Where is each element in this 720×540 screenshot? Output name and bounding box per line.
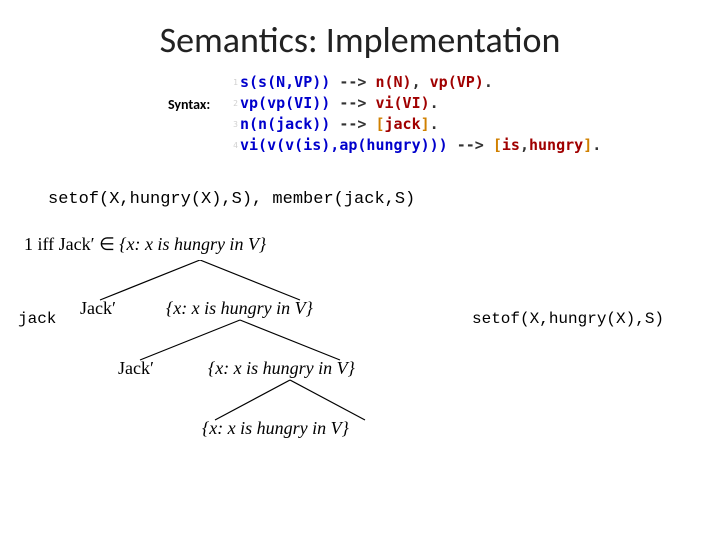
tree-node-set-2: {x: x is hungry in V}: [208, 358, 355, 379]
tree-node-set-3: {x: x is hungry in V}: [202, 418, 349, 439]
tree-node-jack-2: Jack′: [118, 358, 154, 379]
formula-prefix: 1 iff Jack′ ∈: [24, 234, 119, 254]
syntax-label: Syntax:: [168, 96, 210, 113]
prolog-query: setof(X,hungry(X),S), member(jack,S): [48, 190, 415, 209]
truth-condition: 1 iff Jack′ ∈ {x: x is hungry in V}: [24, 234, 266, 255]
setof-code-label: setof(X,hungry(X),S): [472, 310, 664, 328]
formula-set: {x: x is hungry in V}: [119, 234, 266, 254]
tree-node-jack-1: Jack′: [80, 298, 116, 319]
page-title: Semantics: Implementation: [0, 18, 720, 62]
jack-code-label: jack: [18, 310, 56, 328]
tree-node-set-1: {x: x is hungry in V}: [166, 298, 313, 319]
grammar-code: 1s(s(N,VP)) --> n(N), vp(VP).2vp(vp(VI))…: [228, 72, 601, 156]
